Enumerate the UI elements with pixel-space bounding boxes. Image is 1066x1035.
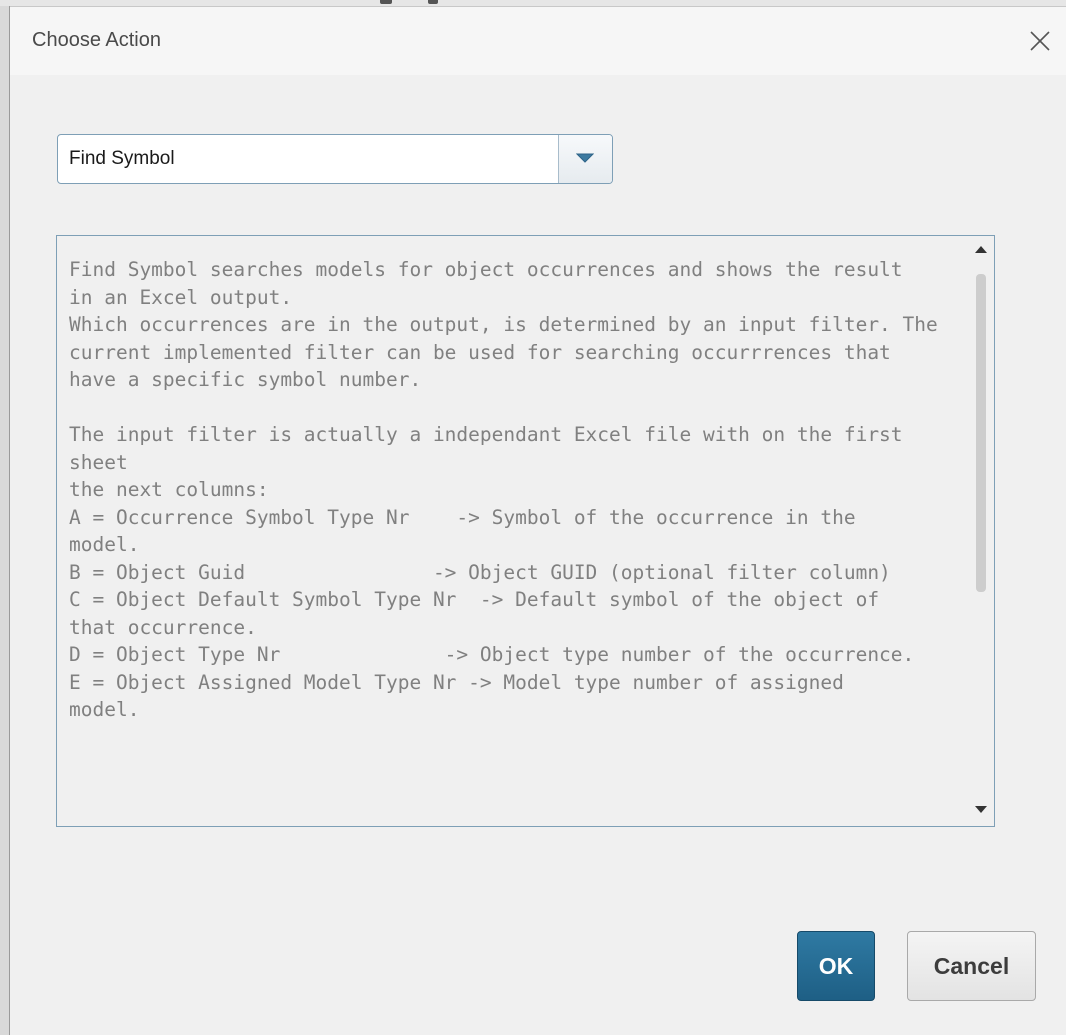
action-dropdown-button[interactable] [558,135,612,183]
cancel-button[interactable]: Cancel [907,931,1036,1001]
choose-action-dialog: Choose Action Find Symbol Find Symbol se… [10,6,1066,1035]
background-window-edge [0,0,10,1035]
dialog-title: Choose Action [32,29,161,51]
triangle-down-icon [576,153,594,163]
scroll-up-button[interactable] [968,236,994,266]
background-marker [428,0,438,4]
action-select-value: Find Symbol [69,148,175,169]
scroll-thumb[interactable] [976,274,986,592]
description-scrollbar[interactable] [968,236,994,826]
scroll-down-button[interactable] [968,796,994,826]
description-textarea[interactable]: Find Symbol searches models for object o… [56,235,995,827]
close-icon [1030,31,1050,51]
background-marker [380,0,392,4]
ok-button[interactable]: OK [797,931,875,1001]
dialog-titlebar: Choose Action [10,7,1066,75]
close-button[interactable] [1018,19,1062,63]
action-select[interactable]: Find Symbol [57,134,613,184]
arrow-up-icon [975,246,987,253]
arrow-down-icon [975,806,987,813]
description-text: Find Symbol searches models for object o… [69,258,938,721]
